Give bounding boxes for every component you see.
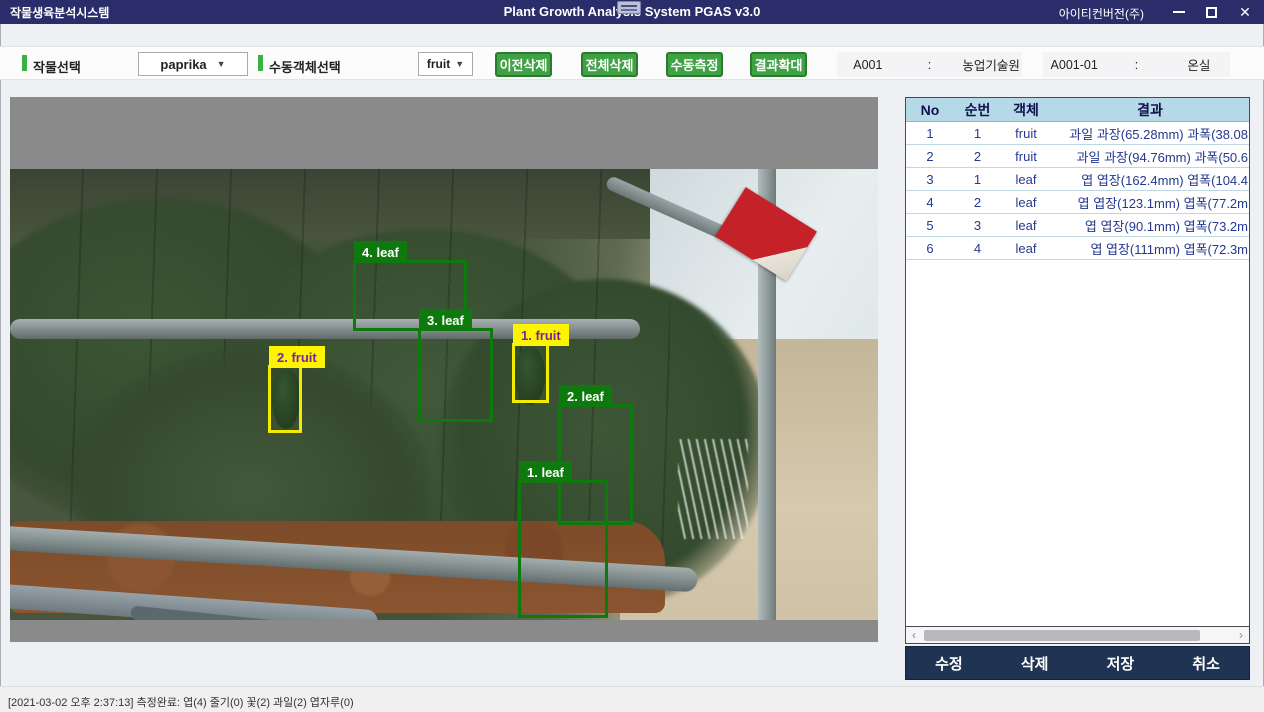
maximize-icon	[1206, 7, 1217, 18]
crop-select-accent-bar	[22, 55, 27, 71]
cell-seq: 1	[954, 122, 1001, 144]
cell-result: 과일 과장(65.28mm) 과폭(38.08	[1051, 122, 1249, 144]
cell-result: 과일 과장(94.76mm) 과폭(50.6	[1051, 145, 1249, 167]
manual-measure-button[interactable]: 수동측정	[666, 52, 723, 77]
table-row[interactable]: 22fruit과일 과장(94.76mm) 과폭(50.6	[906, 145, 1249, 168]
cell-result: 엽 엽장(111mm) 엽폭(72.3m	[1051, 237, 1249, 259]
detection-label: 2. leaf	[559, 385, 612, 407]
crop-select-value: paprika	[160, 57, 206, 72]
site-info-box: A001 : 농업기술원	[837, 52, 1022, 77]
detection-box-1-leaf[interactable]: 1. leaf	[518, 480, 608, 618]
house-info-box: A001-01 : 온실	[1043, 52, 1230, 77]
detection-label: 1. leaf	[519, 461, 572, 483]
camera-image-panel[interactable]: 4. leaf 3. leaf 1. fruit 2. fruit 2. leaf 1. …	[10, 97, 878, 642]
cell-object: fruit	[1001, 145, 1051, 167]
scroll-left-icon[interactable]: ‹	[906, 628, 922, 642]
annotation-layer: 4. leaf 3. leaf 1. fruit 2. fruit 2. leaf 1. …	[10, 97, 878, 642]
site-name: 농업기술원	[960, 55, 1022, 74]
chevron-down-icon: ▼	[455, 59, 464, 69]
cell-result: 엽 엽장(123.1mm) 엽폭(77.2m	[1051, 191, 1249, 213]
header-object: 객체	[1001, 98, 1051, 121]
detection-label: 1. fruit	[513, 324, 569, 346]
edit-button[interactable]: 수정	[906, 647, 992, 679]
cell-no: 6	[906, 237, 954, 259]
site-colon: :	[899, 58, 961, 72]
cell-result: 엽 엽장(162.4mm) 엽폭(104.4	[1051, 168, 1249, 190]
house-colon: :	[1105, 58, 1167, 72]
scroll-right-icon[interactable]: ›	[1233, 628, 1249, 642]
company-name: 아이티컨버전(주)	[1059, 5, 1144, 22]
maximize-button[interactable]	[1196, 0, 1226, 24]
table-row[interactable]: 11fruit과일 과장(65.28mm) 과폭(38.08	[906, 122, 1249, 145]
title-bar: 작물생육분석시스템 Plant Growth Analysis System P…	[0, 0, 1264, 24]
minimize-button[interactable]	[1164, 0, 1194, 24]
table-row[interactable]: 64leaf엽 엽장(111mm) 엽폭(72.3m	[906, 237, 1249, 260]
header-no: No	[906, 98, 954, 121]
house-name: 온실	[1168, 55, 1230, 74]
cell-seq: 2	[954, 191, 1001, 213]
detection-box-3-leaf[interactable]: 3. leaf	[418, 328, 493, 422]
cell-no: 2	[906, 145, 954, 167]
toolbar: 작물선택 paprika ▼ 수동객체선택 fruit ▼ 이전삭제 전체삭제 …	[0, 46, 1264, 80]
previous-delete-button[interactable]: 이전삭제	[495, 52, 552, 77]
scrollbar-thumb[interactable]	[924, 630, 1200, 641]
cell-no: 3	[906, 168, 954, 190]
table-row[interactable]: 53leaf엽 엽장(90.1mm) 엽폭(73.2m	[906, 214, 1249, 237]
cell-result: 엽 엽장(90.1mm) 엽폭(73.2m	[1051, 214, 1249, 236]
cell-no: 1	[906, 122, 954, 144]
result-table-body: 11fruit과일 과장(65.28mm) 과폭(38.0822fruit과일 …	[906, 122, 1249, 260]
detection-label: 3. leaf	[419, 309, 472, 331]
header-result: 결과	[1051, 98, 1249, 121]
table-action-bar: 수정 삭제 저장 취소	[905, 646, 1250, 680]
cell-no: 5	[906, 214, 954, 236]
cell-seq: 1	[954, 168, 1001, 190]
manual-object-accent-bar	[258, 55, 263, 71]
manual-object-dropdown[interactable]: fruit ▼	[418, 52, 473, 76]
crop-select-dropdown[interactable]: paprika ▼	[138, 52, 248, 76]
cell-object: leaf	[1001, 237, 1051, 259]
app-title: 작물생육분석시스템	[10, 4, 109, 21]
minimize-icon	[1173, 11, 1185, 13]
cell-object: leaf	[1001, 214, 1051, 236]
detection-box-2-fruit[interactable]: 2. fruit	[268, 365, 302, 433]
table-row[interactable]: 42leaf엽 엽장(123.1mm) 엽폭(77.2m	[906, 191, 1249, 214]
detection-box-1-fruit[interactable]: 1. fruit	[512, 343, 549, 403]
close-button[interactable]: ✕	[1230, 0, 1260, 24]
mini-window-icon	[617, 1, 641, 14]
cell-no: 4	[906, 191, 954, 213]
manual-object-label: 수동객체선택	[269, 57, 341, 76]
crop-select-label: 작물선택	[33, 57, 81, 76]
cell-object: fruit	[1001, 122, 1051, 144]
cancel-button[interactable]: 취소	[1163, 647, 1249, 679]
save-button[interactable]: 저장	[1078, 647, 1164, 679]
manual-object-value: fruit	[427, 57, 450, 71]
house-code: A001-01	[1043, 58, 1105, 72]
cell-object: leaf	[1001, 168, 1051, 190]
status-text: [2021-03-02 오후 2:37:13] 측정완료: 엽(4) 줄기(0)…	[8, 694, 354, 710]
detection-label: 4. leaf	[354, 241, 407, 263]
site-code: A001	[837, 58, 899, 72]
delete-all-button[interactable]: 전체삭제	[581, 52, 638, 77]
cell-seq: 3	[954, 214, 1001, 236]
result-table-header: No 순번 객체 결과	[906, 98, 1249, 122]
cell-seq: 2	[954, 145, 1001, 167]
delete-button[interactable]: 삭제	[992, 647, 1078, 679]
header-seq: 순번	[954, 98, 1001, 121]
horizontal-scrollbar[interactable]: ‹ ›	[905, 627, 1250, 644]
result-table: No 순번 객체 결과 11fruit과일 과장(65.28mm) 과폭(38.…	[905, 97, 1250, 627]
cell-object: leaf	[1001, 191, 1051, 213]
chevron-down-icon: ▼	[217, 59, 226, 69]
result-panel: No 순번 객체 결과 11fruit과일 과장(65.28mm) 과폭(38.…	[905, 97, 1250, 680]
status-bar: [2021-03-02 오후 2:37:13] 측정완료: 엽(4) 줄기(0)…	[0, 686, 1264, 712]
table-row[interactable]: 31leaf엽 엽장(162.4mm) 엽폭(104.4	[906, 168, 1249, 191]
result-zoom-button[interactable]: 결과확대	[750, 52, 807, 77]
detection-label: 2. fruit	[269, 346, 325, 368]
cell-seq: 4	[954, 237, 1001, 259]
